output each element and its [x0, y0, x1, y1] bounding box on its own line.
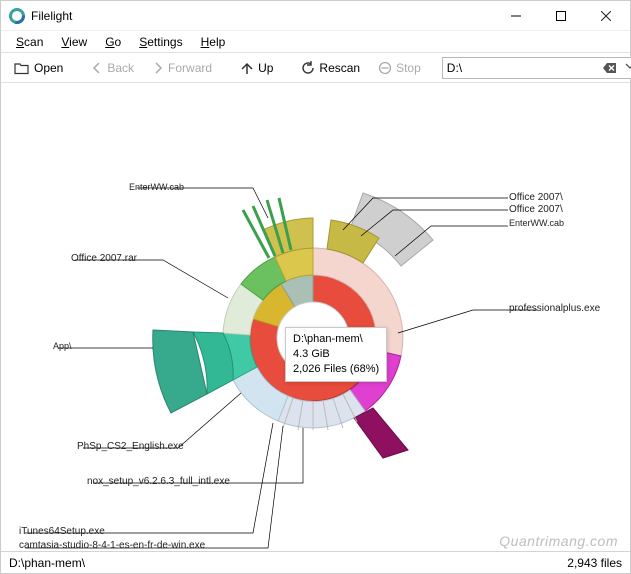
arrow-up-icon	[240, 62, 254, 74]
clear-icon	[603, 62, 617, 74]
forward-label: Forward	[168, 61, 212, 75]
maximize-icon	[556, 11, 566, 21]
close-icon	[601, 11, 611, 21]
minimize-button[interactable]	[493, 1, 538, 30]
label-office2007b: Office 2007\	[509, 204, 563, 215]
open-button[interactable]: Open	[7, 57, 70, 79]
chevron-left-icon	[91, 62, 103, 74]
chevron-down-icon	[625, 61, 631, 71]
minimize-icon	[511, 11, 521, 21]
back-button[interactable]: Back	[84, 57, 141, 79]
stop-button[interactable]: Stop	[371, 57, 428, 79]
hover-tooltip: D:\phan-mem\ 4.3 GiB 2,026 Files (68%)	[285, 327, 387, 382]
folder-open-icon	[14, 61, 30, 75]
sunburst-chart[interactable]: EnterWW.cab Office 2007.rar App\ PhSp_CS…	[1, 83, 630, 551]
forward-button[interactable]: Forward	[145, 57, 219, 79]
label-phsp: PhSp_CS2_English.exe	[77, 441, 184, 452]
refresh-icon	[301, 61, 315, 75]
titlebar: Filelight	[1, 1, 630, 31]
close-button[interactable]	[583, 1, 628, 30]
clear-path-button[interactable]	[602, 60, 618, 76]
up-button[interactable]: Up	[233, 57, 280, 79]
label-nox: nox_setup_v6.2.6.3_full_intl.exe	[87, 476, 230, 487]
maximize-button[interactable]	[538, 1, 583, 30]
label-app: App\	[53, 341, 72, 351]
stop-label: Stop	[396, 61, 421, 75]
chevron-right-icon	[152, 62, 164, 74]
label-profplus: professionalplus.exe	[509, 303, 600, 314]
status-files: 2,943 files	[567, 556, 622, 570]
tooltip-files: 2,026 Files (68%)	[293, 362, 379, 377]
menu-go[interactable]: Go	[96, 33, 130, 51]
open-label: Open	[34, 61, 63, 75]
path-input[interactable]	[447, 59, 602, 77]
statusbar: D:\phan-mem\ 2,943 files	[1, 551, 630, 573]
app-icon	[9, 8, 25, 24]
label-enterww: EnterWW.cab	[129, 182, 184, 192]
stop-icon	[378, 61, 392, 75]
label-itunes: iTunes64Setup.exe	[19, 526, 105, 537]
rescan-label: Rescan	[319, 61, 360, 75]
tooltip-size: 4.3 GiB	[293, 347, 379, 362]
path-combobox[interactable]	[442, 57, 631, 79]
up-label: Up	[258, 61, 273, 75]
label-enterww2: EnterWW.cab	[509, 218, 564, 228]
menu-help[interactable]: Help	[192, 33, 235, 51]
window-title: Filelight	[31, 9, 493, 23]
label-office2007a: Office 2007\	[509, 192, 563, 203]
rescan-button[interactable]: Rescan	[294, 57, 367, 79]
menu-settings[interactable]: Settings	[130, 33, 191, 51]
toolbar: Open Back Forward Up Rescan Stop Go	[1, 53, 630, 83]
label-office2007rar: Office 2007.rar	[71, 253, 137, 264]
menubar: Scan View Go Settings Help	[1, 31, 630, 53]
menu-scan[interactable]: Scan	[7, 33, 52, 51]
path-dropdown-button[interactable]	[622, 61, 631, 74]
menu-view[interactable]: View	[52, 33, 96, 51]
back-label: Back	[107, 61, 134, 75]
label-camtasia: camtasia-studio-8-4-1-es-en-fr-de-win.ex…	[19, 540, 205, 551]
tooltip-path: D:\phan-mem\	[293, 332, 379, 347]
status-path: D:\phan-mem\	[9, 556, 85, 570]
